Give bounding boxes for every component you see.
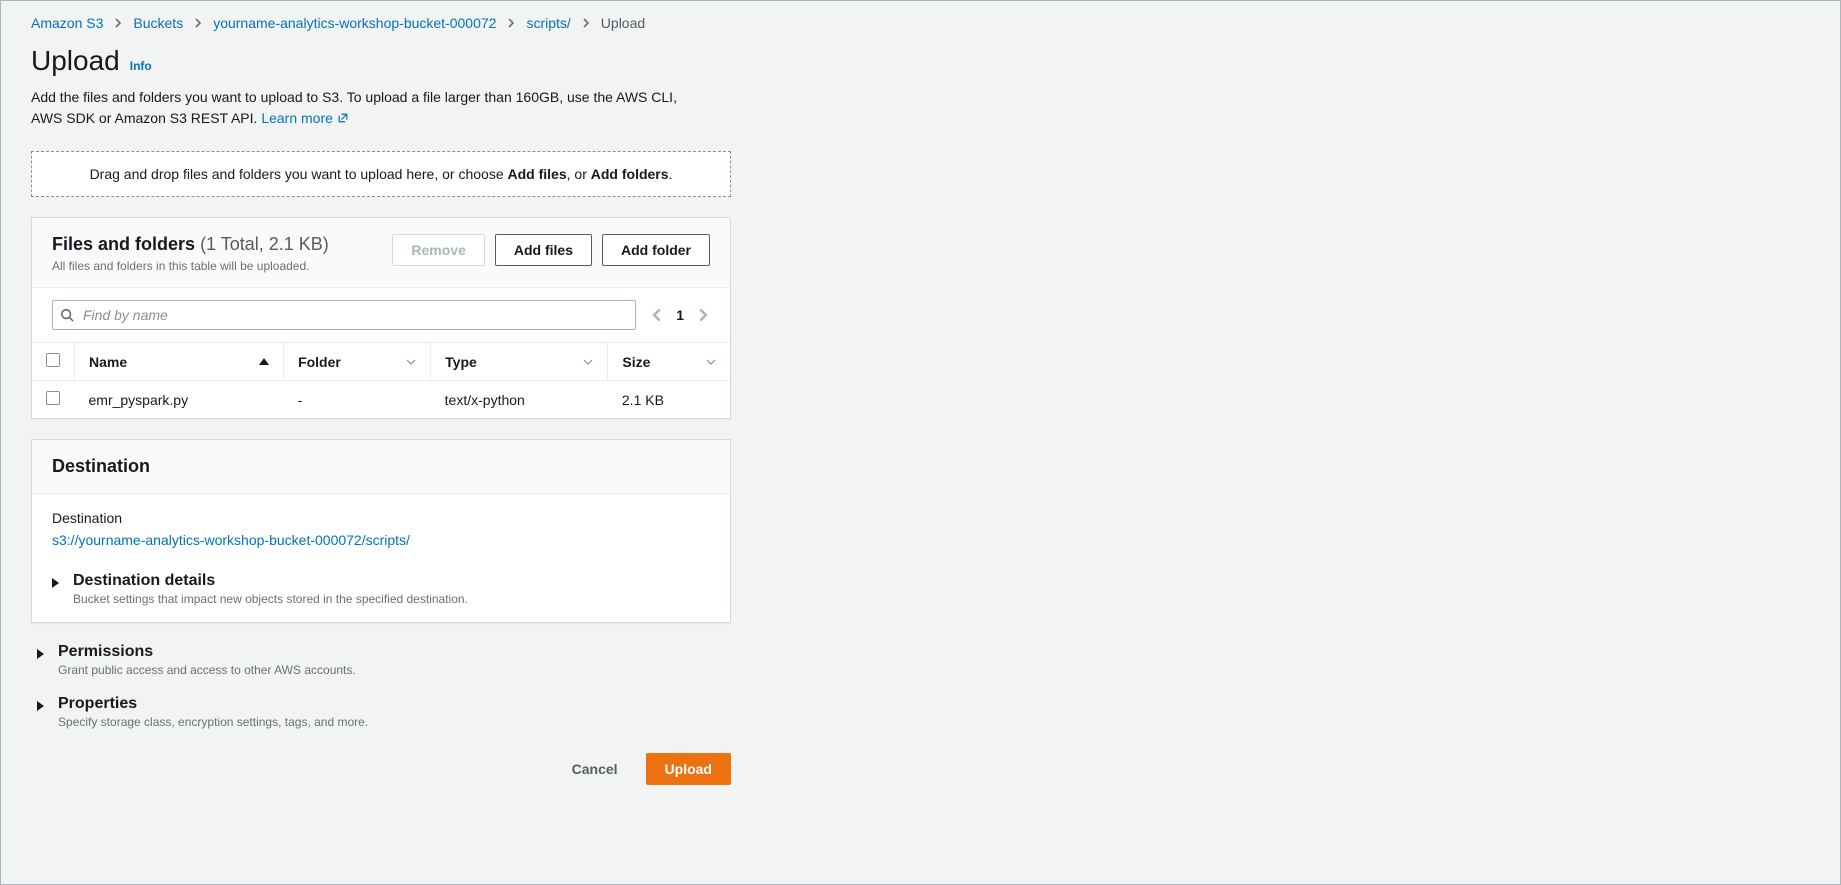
intro-text: Add the files and folders you want to up… [31, 87, 711, 129]
search-icon [60, 308, 74, 322]
external-link-icon [337, 112, 349, 124]
destination-heading: Destination [32, 440, 730, 494]
files-panel-sub: All files and folders in this table will… [52, 259, 329, 273]
sort-icon [706, 357, 716, 367]
dropzone-add-folders: Add folders [591, 166, 669, 182]
files-panel: Files and folders (1 Total, 2.1 KB) All … [31, 217, 731, 419]
col-name[interactable]: Name [75, 343, 284, 381]
breadcrumb-link-buckets[interactable]: Buckets [133, 15, 183, 31]
chevron-right-icon [581, 18, 591, 28]
cell-folder: - [284, 381, 431, 419]
cell-name: emr_pyspark.py [75, 381, 284, 419]
page-prev-icon[interactable] [650, 308, 664, 322]
info-link[interactable]: Info [130, 59, 152, 73]
sort-icon [583, 357, 593, 367]
page-title-text: Upload [31, 45, 120, 77]
files-panel-count: (1 Total, 2.1 KB) [200, 234, 329, 254]
properties-sub: Specify storage class, encryption settin… [58, 715, 368, 729]
dropzone[interactable]: Drag and drop files and folders you want… [31, 151, 731, 197]
chevron-right-icon [193, 18, 203, 28]
chevron-right-icon [506, 18, 516, 28]
upload-button[interactable]: Upload [646, 753, 731, 785]
cell-type: text/x-python [431, 381, 608, 419]
dropzone-text-suffix: . [669, 166, 673, 182]
destination-label: Destination [52, 510, 710, 526]
expand-icon[interactable] [37, 701, 44, 711]
dropzone-text-mid: , or [567, 166, 591, 182]
permissions-sub: Grant public access and access to other … [58, 663, 356, 677]
sort-asc-icon [259, 358, 269, 365]
files-panel-title: Files and folders [52, 234, 195, 254]
page-next-icon[interactable] [696, 308, 710, 322]
properties-title[interactable]: Properties [58, 695, 368, 713]
breadcrumb-link-s3[interactable]: Amazon S3 [31, 15, 103, 31]
destination-details-sub: Bucket settings that impact new objects … [73, 592, 468, 606]
col-type[interactable]: Type [431, 343, 608, 381]
sort-icon [406, 357, 416, 367]
select-all-checkbox[interactable] [46, 353, 60, 367]
pager: 1 [650, 307, 710, 323]
add-folder-button[interactable]: Add folder [602, 234, 710, 266]
expand-icon[interactable] [37, 649, 44, 659]
dropzone-text-prefix: Drag and drop files and folders you want… [90, 166, 508, 182]
destination-link[interactable]: s3://yourname-analytics-workshop-bucket-… [52, 532, 410, 548]
search-input[interactable] [52, 300, 636, 330]
table-row: emr_pyspark.py - text/x-python 2.1 KB [32, 381, 730, 419]
intro-body: Add the files and folders you want to up… [31, 89, 677, 126]
dropzone-add-files: Add files [508, 166, 567, 182]
permissions-title[interactable]: Permissions [58, 643, 356, 661]
row-checkbox[interactable] [46, 391, 60, 405]
cancel-button[interactable]: Cancel [554, 753, 636, 785]
add-files-button[interactable]: Add files [495, 234, 592, 266]
files-table: Name Folder Type Size [32, 343, 730, 418]
breadcrumb: Amazon S3 Buckets yourname-analytics-wor… [31, 15, 731, 31]
expand-icon[interactable] [52, 578, 59, 588]
footer-actions: Cancel Upload [31, 753, 731, 785]
page-number: 1 [676, 307, 684, 323]
destination-details-title[interactable]: Destination details [73, 572, 468, 590]
col-size[interactable]: Size [608, 343, 730, 381]
page-title: Upload Info [31, 45, 731, 77]
breadcrumb-link-bucket[interactable]: yourname-analytics-workshop-bucket-00007… [213, 15, 496, 31]
breadcrumb-link-prefix[interactable]: scripts/ [526, 15, 570, 31]
cell-size: 2.1 KB [608, 381, 730, 419]
remove-button[interactable]: Remove [392, 234, 484, 266]
col-folder[interactable]: Folder [284, 343, 431, 381]
chevron-right-icon [113, 18, 123, 28]
learn-more-link[interactable]: Learn more [261, 110, 348, 126]
breadcrumb-current: Upload [601, 15, 645, 31]
destination-panel: Destination Destination s3://yourname-an… [31, 439, 731, 623]
